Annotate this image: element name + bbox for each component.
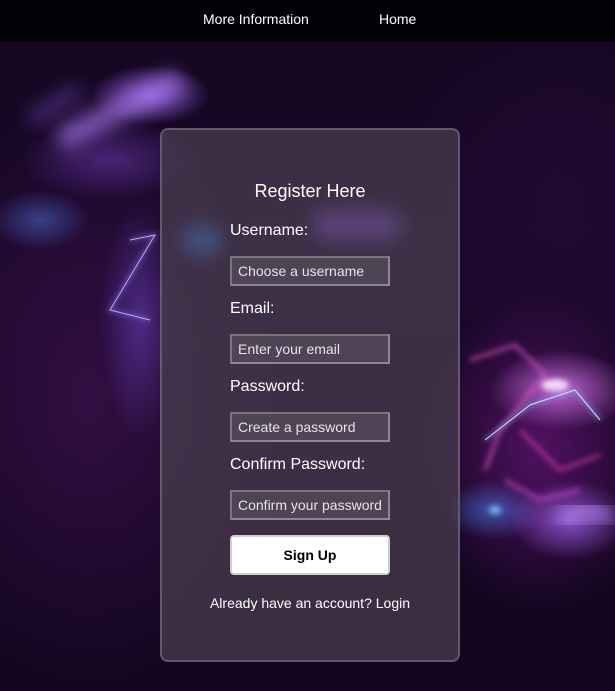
login-prompt-text: Already have an account? (209, 595, 372, 611)
register-title: Register Here (254, 181, 366, 201)
confirm-password-label: Confirm Password: (230, 456, 366, 473)
login-prompt: Already have an account? Login (162, 595, 458, 611)
password-input[interactable] (230, 412, 390, 442)
top-navbar: More Information Home (0, 0, 615, 42)
password-label: Password: (230, 378, 305, 395)
email-input[interactable] (230, 334, 390, 364)
nav-home-link[interactable]: Home (379, 11, 416, 27)
register-card: Register Here Username: Email: Password:… (160, 128, 460, 662)
card-glow-decoration (182, 225, 222, 255)
email-label: Email: (230, 300, 275, 317)
username-input[interactable] (230, 256, 390, 286)
confirm-password-input[interactable] (230, 490, 390, 520)
card-glow-decoration (312, 210, 402, 240)
nav-more-information-link[interactable]: More Information (203, 11, 309, 27)
sign-up-button[interactable]: Sign Up (230, 535, 390, 575)
username-label: Username: (230, 222, 309, 239)
login-link[interactable]: Login (376, 595, 410, 611)
